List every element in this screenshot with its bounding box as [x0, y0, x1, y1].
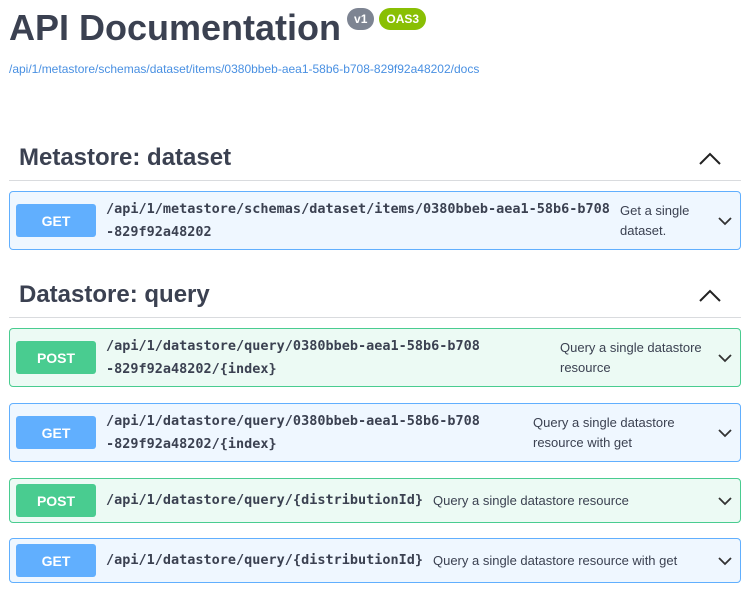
method-badge: GET	[16, 416, 96, 449]
section-datastore-query: Datastore: query POST /api/1/datastore/q…	[9, 274, 741, 594]
section-header[interactable]: Metastore: dataset	[9, 137, 741, 181]
operation-path: /api/1/datastore/query/{distributionId}	[106, 492, 423, 508]
chevron-down-icon[interactable]	[718, 216, 732, 226]
chevron-down-icon[interactable]	[718, 428, 732, 438]
page-title: API Documentation	[9, 7, 342, 48]
section-title: Metastore: dataset	[19, 144, 232, 171]
operation-get-dataset[interactable]: GET /api/1/metastore/schemas/dataset/ite…	[9, 191, 741, 250]
operation-summary: Query a single datastore resource	[560, 339, 702, 375]
page-header: API Documentation v1 OAS3 /api/1/metasto…	[9, 6, 749, 86]
method-badge: GET	[16, 204, 96, 237]
method-badge: GET	[16, 544, 96, 577]
section-title: Datastore: query	[19, 281, 210, 308]
method-badge: POST	[16, 341, 96, 374]
operation-path: /api/1/datastore/query/0380bbeb-aea1-58b…	[106, 337, 480, 377]
operation-get-query-distribution[interactable]: GET /api/1/datastore/query/{distribution…	[9, 538, 741, 583]
operation-summary: Query a single datastore resource	[432, 492, 629, 508]
chevron-down-icon[interactable]	[718, 556, 732, 566]
operation-summary: Query a single datastore resource with g…	[533, 414, 675, 450]
operation-summary: Get a single dataset.	[620, 202, 690, 238]
operation-post-query-index[interactable]: POST /api/1/datastore/query/0380bbeb-aea…	[9, 328, 741, 387]
operation-get-query-index[interactable]: GET /api/1/datastore/query/0380bbeb-aea1…	[9, 403, 741, 462]
section-header[interactable]: Datastore: query	[9, 274, 741, 318]
version-badge: v1	[347, 8, 375, 30]
operation-path: /api/1/datastore/query/0380bbeb-aea1-58b…	[106, 412, 480, 452]
chevron-up-icon[interactable]	[697, 149, 723, 169]
operation-post-query-distribution[interactable]: POST /api/1/datastore/query/{distributio…	[9, 478, 741, 523]
chevron-up-icon[interactable]	[697, 286, 723, 306]
operation-path: /api/1/metastore/schemas/dataset/items/0…	[106, 200, 610, 240]
chevron-down-icon[interactable]	[718, 496, 732, 506]
method-badge: POST	[16, 484, 96, 517]
operation-summary: Query a single datastore resource with g…	[432, 552, 678, 568]
operation-path: /api/1/datastore/query/{distributionId}	[106, 552, 423, 568]
spec-url-link[interactable]: /api/1/metastore/schemas/dataset/items/0…	[9, 62, 749, 76]
chevron-down-icon[interactable]	[718, 353, 732, 363]
section-metastore-dataset: Metastore: dataset GET /api/1/metastore/…	[9, 137, 741, 257]
spec-version-badge: OAS3	[379, 8, 427, 30]
